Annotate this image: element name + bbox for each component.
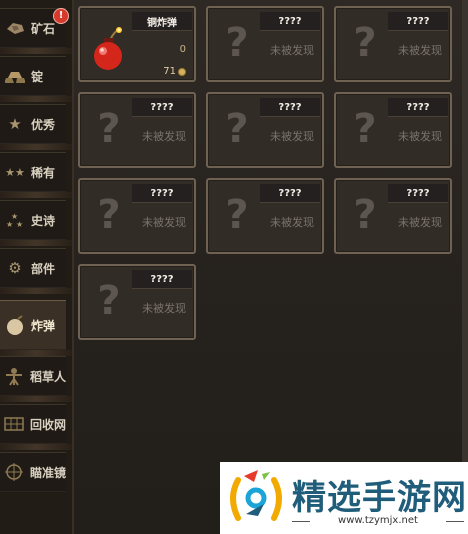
notification-badge: ! bbox=[53, 8, 69, 24]
sidebar-item-bomb[interactable]: 炸弹 bbox=[0, 300, 66, 350]
item-name: ???? bbox=[132, 98, 192, 117]
watermark-banner: 精选手游网 www.tzymjx.net bbox=[220, 462, 468, 534]
collection-panel: 铜炸弹 0 71 ? ???? 未被发现 ? ???? 未被发现 ? ???? … bbox=[74, 0, 468, 534]
sidebar-item-epic[interactable]: ★ ★ ★ 史诗 bbox=[0, 200, 66, 240]
question-mark-icon: ? bbox=[97, 278, 121, 324]
item-card-locked[interactable]: ? ???? 未被发现 bbox=[206, 178, 324, 254]
item-card-locked[interactable]: ? ???? 未被发现 bbox=[206, 92, 324, 168]
bomb-icon bbox=[90, 26, 126, 72]
ore-icon bbox=[4, 17, 26, 39]
item-card-locked[interactable]: ? ???? 未被发现 bbox=[78, 92, 196, 168]
sidebar-item-label: 瞄准镜 bbox=[29, 465, 66, 480]
item-card-locked[interactable]: ? ???? 未被发现 bbox=[78, 264, 196, 340]
svg-text:★: ★ bbox=[16, 220, 23, 229]
item-card-locked[interactable]: ? ???? 未被发现 bbox=[334, 6, 452, 82]
sidebar-item-label: 稀有 bbox=[31, 165, 56, 180]
sidebar-item-ingot[interactable]: 锭 bbox=[0, 56, 66, 96]
item-card-locked[interactable]: ? ???? 未被发现 bbox=[206, 6, 324, 82]
sidebar-item-rare[interactable]: ★★ 稀有 bbox=[0, 152, 66, 192]
item-card-copper-bomb[interactable]: 铜炸弹 0 71 bbox=[78, 6, 196, 82]
watermark-url: www.tzymjx.net bbox=[338, 515, 418, 526]
question-mark-icon: ? bbox=[225, 20, 249, 66]
watermark-title: 精选手游网 bbox=[292, 478, 467, 518]
item-name: 铜炸弹 bbox=[132, 12, 192, 31]
question-mark-icon: ? bbox=[353, 192, 377, 238]
question-mark-icon: ? bbox=[97, 106, 121, 152]
sidebar-item-label: 矿石 bbox=[31, 21, 56, 36]
question-mark-icon: ? bbox=[97, 192, 121, 238]
undiscovered-label: 未被发现 bbox=[270, 216, 314, 229]
bomb-icon bbox=[4, 314, 26, 336]
undiscovered-label: 未被发现 bbox=[270, 130, 314, 143]
scarecrow-icon bbox=[4, 365, 25, 387]
divider bbox=[0, 48, 72, 54]
item-name: ???? bbox=[260, 184, 320, 203]
divider bbox=[446, 521, 464, 522]
watermark-logo bbox=[230, 470, 282, 521]
question-mark-icon: ? bbox=[225, 106, 249, 152]
scrollbar-track[interactable] bbox=[462, 0, 468, 534]
undiscovered-label: 未被发现 bbox=[398, 44, 442, 57]
sidebar-item-net[interactable]: 回收网 bbox=[0, 404, 66, 444]
item-price: 71 bbox=[163, 66, 186, 77]
undiscovered-label: 未被发现 bbox=[142, 130, 186, 143]
net-icon bbox=[4, 413, 25, 435]
sidebar-item-scarecrow[interactable]: 稻草人 bbox=[0, 356, 66, 396]
divider bbox=[0, 444, 72, 450]
item-name: ???? bbox=[260, 98, 320, 117]
item-card-locked[interactable]: ? ???? 未被发现 bbox=[78, 178, 196, 254]
category-sidebar: 矿石 锭 ★ 优秀 ★★ 稀有 ★ ★ ★ 史诗 ⚙ 部件 炸弹 稻草人 回收网… bbox=[0, 0, 74, 534]
question-mark-icon: ? bbox=[353, 106, 377, 152]
undiscovered-label: 未被发现 bbox=[142, 302, 186, 315]
sidebar-item-label: 部件 bbox=[31, 261, 56, 276]
sidebar-item-excellent[interactable]: ★ 优秀 bbox=[0, 104, 66, 144]
item-name: ???? bbox=[132, 184, 192, 203]
divider bbox=[0, 240, 72, 246]
sidebar-item-label: 回收网 bbox=[29, 417, 66, 432]
double-star-icon: ★★ bbox=[5, 165, 25, 179]
coin-icon bbox=[178, 67, 186, 76]
sidebar-item-label: 锭 bbox=[31, 69, 44, 84]
sidebar-item-scope[interactable]: 瞄准镜 bbox=[0, 452, 66, 492]
undiscovered-label: 未被发现 bbox=[398, 130, 442, 143]
divider bbox=[0, 96, 72, 102]
divider bbox=[0, 288, 72, 294]
sidebar-item-label: 史诗 bbox=[31, 213, 56, 228]
question-mark-icon: ? bbox=[225, 192, 249, 238]
triple-star-icon: ★ ★ ★ bbox=[4, 209, 26, 231]
undiscovered-label: 未被发现 bbox=[270, 44, 314, 57]
divider bbox=[0, 396, 72, 402]
item-name: ???? bbox=[388, 12, 448, 31]
item-name: ???? bbox=[260, 12, 320, 31]
price-value: 71 bbox=[163, 66, 176, 77]
divider bbox=[0, 144, 72, 150]
sidebar-item-label: 优秀 bbox=[31, 117, 56, 132]
sidebar-item-label: 炸弹 bbox=[31, 318, 56, 333]
undiscovered-label: 未被发现 bbox=[142, 216, 186, 229]
divider bbox=[0, 192, 72, 198]
item-name: ???? bbox=[388, 184, 448, 203]
item-card-locked[interactable]: ? ???? 未被发现 bbox=[334, 92, 452, 168]
item-name: ???? bbox=[388, 98, 448, 117]
star-icon: ★ bbox=[8, 115, 22, 133]
question-mark-icon: ? bbox=[353, 20, 377, 66]
sidebar-item-label: 稻草人 bbox=[29, 369, 66, 384]
item-card-locked[interactable]: ? ???? 未被发现 bbox=[334, 178, 452, 254]
sidebar-item-parts[interactable]: ⚙ 部件 bbox=[0, 248, 66, 288]
scope-icon bbox=[4, 461, 25, 483]
undiscovered-label: 未被发现 bbox=[398, 216, 442, 229]
ingot-icon bbox=[4, 65, 26, 87]
item-quantity: 0 bbox=[179, 44, 186, 55]
gear-icon: ⚙ bbox=[8, 259, 22, 277]
item-name: ???? bbox=[132, 270, 192, 289]
svg-text:★: ★ bbox=[6, 220, 13, 229]
